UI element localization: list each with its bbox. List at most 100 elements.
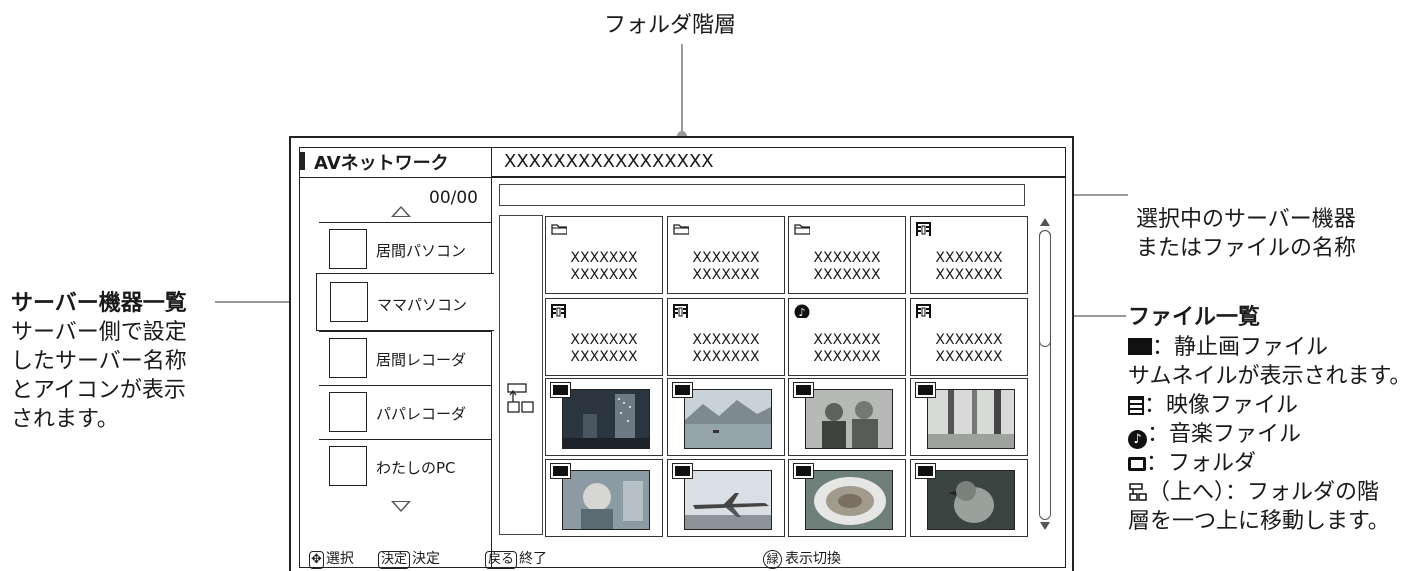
legend-thumbnail-note: サムネイルが表示されます。 [1128,364,1412,389]
dpad-icon: ✥ [309,551,324,569]
callout-selected-name-line1: 選択中のサーバー機器 [1136,207,1356,232]
file-tile[interactable]: XXXXXXX XXXXXXX [667,216,785,294]
file-tile[interactable]: XXXXXXX XXXXXXX [788,216,906,294]
server-icon [329,229,367,269]
file-tile[interactable] [910,459,1028,537]
file-tile[interactable]: XXXXXXX XXXXXXX [667,298,785,376]
photo-thumbnail [805,470,893,530]
server-scroll-down-icon[interactable] [391,501,411,512]
footer-enter: 決定 決定 [378,548,440,569]
still-image-icon [915,382,936,398]
server-label: 居間パソコン [376,242,467,260]
server-icon [329,392,367,432]
still-image-icon [1128,338,1152,355]
photo-thumbnail [562,470,650,530]
file-tile[interactable] [667,459,785,537]
film-icon [551,304,566,318]
legend-video: ：映像ファイル [1128,391,1298,420]
server-item-3[interactable]: 居間レコーダ [319,331,491,385]
file-tile[interactable] [667,378,785,456]
file-name: XXXXXXX XXXXXXX [813,250,881,283]
still-image-icon [793,382,814,398]
file-tile[interactable]: XXXXXXX XXXXXXX [910,298,1028,376]
callout-server-desc-4: されます。 [11,407,119,432]
green-key-icon: 緑 [763,550,782,569]
folder-icon [551,224,567,235]
callout-folder-hierarchy: フォルダ階層 [604,13,737,38]
callout-server-list-title: サーバー機器一覧 [11,291,187,316]
still-image-icon [672,463,693,479]
screen-title: AVネットワーク [314,153,449,174]
server-item-1[interactable]: 居間パソコン [319,222,491,276]
legend-music: ♪ ：音楽ファイル [1128,420,1301,449]
photo-thumbnail [562,389,650,449]
still-image-icon [550,382,571,398]
server-item-5[interactable]: わたしのPC [319,439,491,501]
file-tile[interactable] [545,378,663,456]
leader-line-servers [215,301,300,303]
file-tile[interactable]: XXXXXXX XXXXXXX [545,298,663,376]
file-scrollbar-thumb[interactable] [1039,230,1051,347]
file-scroll-up-icon[interactable] [1040,218,1050,226]
film-icon [916,222,931,236]
still-image-icon [793,463,814,479]
file-name: XXXXXXX XXXXXXX [570,332,638,365]
music-note-icon: ♪ [1128,430,1147,449]
svg-text:♪: ♪ [798,306,805,318]
footer-green: 緑表示切換 [763,548,841,569]
leader-line-files [1070,315,1126,317]
server-item-4[interactable]: パパレコーダ [319,385,491,439]
still-image-icon [915,463,936,479]
server-item-2-selected[interactable]: ママパソコン [316,273,494,331]
file-name: XXXXXXX XXXXXXX [813,332,881,365]
film-icon [916,304,931,318]
callout-file-list-title: ファイル一覧 [1128,305,1261,330]
film-icon [1128,396,1144,415]
file-tile[interactable] [545,459,663,537]
leader-line-top [681,44,683,132]
legend-folder: ：フォルダ [1128,449,1256,478]
file-tile[interactable] [788,459,906,537]
server-label: パパレコーダ [376,405,467,423]
still-image-icon [672,382,693,398]
file-name: XXXXXXX XXXXXXX [570,250,638,283]
file-tile[interactable]: XXXXXXX XXXXXXX [910,216,1028,294]
file-tile[interactable]: ♪ XXXXXXX XXXXXXX [788,298,906,376]
film-icon [673,304,688,318]
server-scroll-up-icon[interactable] [391,206,411,217]
callout-server-desc-2: したサーバー名称 [11,349,187,374]
folder-up-icon [507,383,534,413]
folder-icon [673,224,689,235]
callout-selected-name-line2: またはファイルの名称 [1136,236,1357,261]
server-icon [329,338,367,378]
enter-key-icon: 決定 [378,551,411,569]
file-name: XXXXXXX XXXXXXX [692,250,760,283]
folder-up-button[interactable] [499,215,543,535]
legend-still: ：静止画ファイル [1128,333,1328,362]
server-label: ママパソコン [377,296,468,314]
footer-select: ✥ 選択 [309,551,354,569]
item-counter: 00/00 [429,188,478,208]
footer-back: 戻る 終了 [485,548,547,569]
folder-up-icon [1129,483,1147,501]
file-tile[interactable] [910,378,1028,456]
file-name: XXXXXXX XXXXXXX [935,332,1003,365]
file-tile[interactable] [788,378,906,456]
callout-server-desc-3: とアイコンが表示 [11,378,186,403]
still-image-icon [550,463,571,479]
photo-thumbnail [684,470,772,530]
selected-name-field [499,184,1025,206]
server-icon [329,446,367,486]
legend-up: （上へ）：フォルダの階 [1128,478,1379,507]
file-tile[interactable]: XXXXXXX XXXXXXX [545,216,663,294]
server-icon [330,282,368,322]
server-label: わたしのPC [376,459,456,477]
folder-icon [1128,457,1146,471]
file-name: XXXXXXX XXXXXXX [692,332,760,365]
photo-thumbnail [927,470,1015,530]
photo-thumbnail [927,389,1015,449]
back-key-icon: 戻る [485,551,518,569]
file-scroll-down-icon[interactable] [1040,522,1050,530]
file-name: XXXXXXX XXXXXXX [935,250,1003,283]
folder-path: XXXXXXXXXXXXXXXXX [504,151,714,172]
